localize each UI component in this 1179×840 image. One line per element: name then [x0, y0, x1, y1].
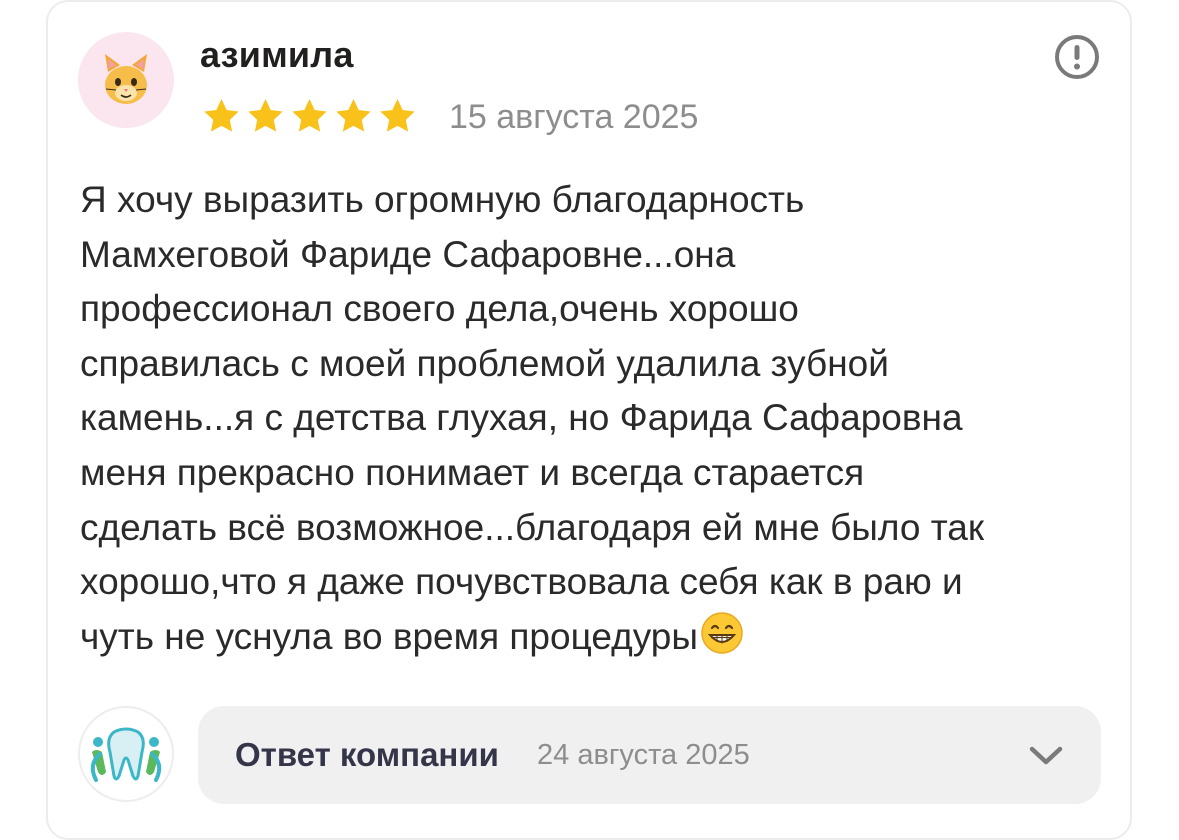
rating-stars	[200, 96, 419, 136]
grinning-face-emoji	[701, 612, 743, 654]
cat-face-icon	[105, 54, 147, 104]
review-text-line: справилась с моей проблемой удалила зубн…	[80, 342, 889, 384]
star-icon	[292, 99, 327, 132]
company-reply-date: 24 августа 2025	[537, 739, 750, 771]
review-text-line: хорошо,что я даже почувствовала себя как…	[80, 561, 963, 603]
author-name[interactable]: азимила	[200, 34, 354, 76]
report-button[interactable]	[1053, 33, 1101, 81]
author-avatar[interactable]	[78, 32, 174, 128]
exclamation-circle-icon	[1055, 35, 1099, 79]
chevron-down-icon	[1029, 746, 1063, 765]
company-reply-toggle[interactable]: Ответ компании 24 августа 2025	[198, 706, 1101, 804]
star-icon	[248, 99, 283, 132]
review-text-line: сделать всё возможное...благодаря ей мне…	[80, 506, 985, 548]
review-text-last-line: чуть не уснула во время процедуры	[80, 610, 1140, 665]
review-text-line: камень...я с детства глухая, но Фарида С…	[80, 397, 963, 439]
review-text-line: чуть не уснула во время процедуры	[80, 615, 698, 657]
review-text-line: меня прекрасно понимает и всегда старает…	[80, 451, 865, 493]
star-icon	[204, 99, 239, 132]
review-text-line: Мамхеговой Фариде Сафаровне...она	[80, 233, 736, 275]
review-text-line: Я хочу выразить огромную благодарность	[80, 179, 805, 220]
company-logo[interactable]	[78, 706, 174, 802]
review-text: Я хочу выразить огромную благодарность М…	[80, 173, 1140, 664]
review-text-line: профессионал своего дела,очень хорошо	[80, 288, 799, 330]
star-icon	[336, 99, 371, 132]
tooth-logo-icon	[90, 727, 162, 782]
star-icon	[380, 99, 415, 132]
review-date: 15 августа 2025	[449, 98, 699, 136]
company-reply-title: Ответ компании	[235, 736, 499, 773]
